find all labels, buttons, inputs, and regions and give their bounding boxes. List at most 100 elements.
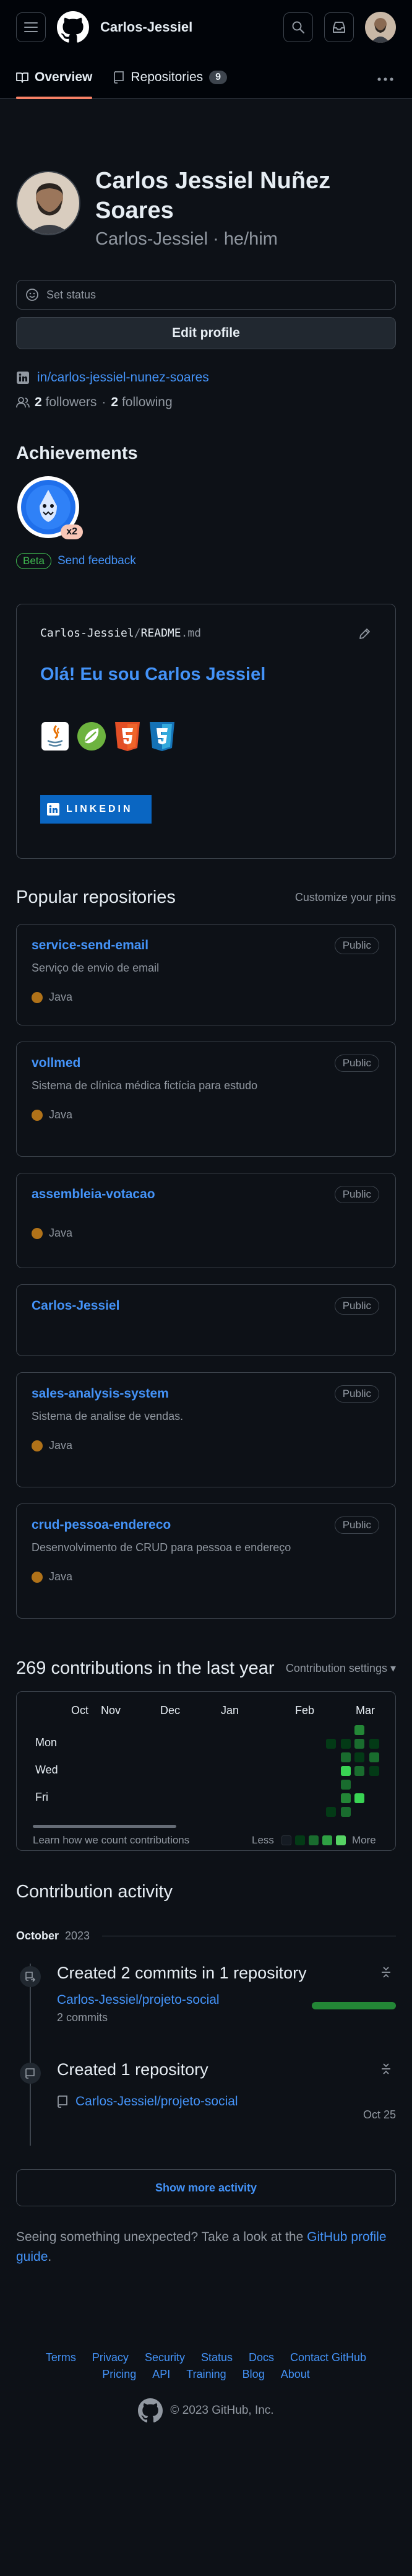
tab-overview[interactable]: Overview [16, 70, 93, 99]
activity-timeline: Created 2 commits in 1 repository Carlos… [16, 1964, 396, 2146]
menu-button[interactable] [16, 12, 46, 42]
java-color-dot [32, 1109, 43, 1121]
user-avatar-menu[interactable] [365, 12, 396, 43]
day-label: Mon [35, 1736, 58, 1749]
readme-user[interactable]: Carlos-Jessiel [40, 627, 134, 640]
contribution-cell[interactable] [369, 1739, 379, 1749]
java-color-dot [32, 1571, 43, 1583]
footer-link-security[interactable]: Security [145, 2351, 185, 2364]
readme-ext: .md [181, 627, 202, 640]
event-repo-link[interactable]: Carlos-Jessiel/projeto-social [75, 2094, 238, 2109]
contribution-graph: Oct Nov Dec Jan Feb Mar Mon Wed Fri Lear… [16, 1691, 396, 1851]
contribution-cell[interactable] [369, 1752, 379, 1762]
profile-avatar[interactable] [16, 171, 80, 235]
customize-pins-link[interactable]: Customize your pins [295, 891, 396, 904]
unexpected-text: Seeing something unexpected? Take a look… [16, 2230, 304, 2244]
readme-heading[interactable]: Olá! Eu sou Carlos Jessiel [40, 664, 372, 685]
footer-link-terms[interactable]: Terms [46, 2351, 76, 2364]
event-repo-row: Carlos-Jessiel/projeto-social [57, 2094, 396, 2109]
edit-profile-button[interactable]: Edit profile [16, 317, 396, 349]
repositories-count-badge: 9 [209, 71, 228, 84]
header-username[interactable]: Carlos-Jessiel [100, 19, 272, 35]
contribution-cell[interactable] [326, 1739, 336, 1749]
contribution-cell[interactable] [326, 1807, 336, 1817]
avatar-photo-icon [17, 172, 79, 234]
beta-label: Beta [16, 553, 51, 569]
repo-language-label: Java [49, 991, 73, 1003]
repo-name-link[interactable]: sales-analysis-system [32, 1386, 169, 1401]
linkedin-badge[interactable]: LINKEDIN [40, 795, 152, 824]
readme-file[interactable]: README [141, 627, 181, 640]
linkedin-icon [17, 372, 29, 384]
achievements-title: Achievements [16, 443, 138, 463]
contribution-cell[interactable] [354, 1725, 364, 1735]
following-link[interactable]: 2 following [111, 395, 172, 410]
pencil-icon[interactable] [358, 628, 371, 640]
contribution-cell[interactable] [354, 1739, 364, 1749]
repo-name-link[interactable]: vollmed [32, 1056, 80, 1070]
search-icon [292, 21, 305, 34]
linkedin-link-row: in/carlos-jessiel-nunez-soares [16, 370, 396, 385]
footer-link-blog[interactable]: Blog [242, 2368, 265, 2381]
event-title: Created 1 repository [57, 2060, 208, 2079]
contribution-cell[interactable] [341, 1752, 351, 1762]
learn-contributions-link[interactable]: Learn how we count contributions [33, 1834, 189, 1847]
contribution-cell[interactable] [354, 1752, 364, 1762]
footer-link-docs[interactable]: Docs [249, 2351, 274, 2364]
event-commit-count[interactable]: 2 commits [57, 2011, 396, 2024]
repo-card: Carlos-Jessiel Public [16, 1284, 396, 1356]
unfold-icon[interactable] [380, 1965, 392, 1980]
search-button[interactable] [283, 12, 313, 42]
repo-language: Java [32, 1439, 380, 1452]
footer-link-pricing[interactable]: Pricing [102, 2368, 136, 2381]
month-label: Nov [101, 1704, 121, 1717]
repo-name-link[interactable]: service-send-email [32, 938, 148, 952]
public-badge: Public [334, 937, 379, 954]
more-horizontal-icon[interactable] [377, 77, 393, 81]
footer-link-about[interactable]: About [281, 2368, 310, 2381]
repo-name-link[interactable]: Carlos-Jessiel [32, 1299, 119, 1313]
followers-link[interactable]: 2 followers [35, 395, 97, 410]
github-mark-icon[interactable] [138, 2398, 163, 2423]
repo-card: assembleia-votacao Public Java [16, 1173, 396, 1268]
show-more-activity-button[interactable]: Show more activity [16, 2169, 396, 2206]
footer-link-training[interactable]: Training [186, 2368, 226, 2381]
contribution-settings-dropdown[interactable]: Contribution settings ▾ [286, 1662, 396, 1675]
java-icon [41, 722, 69, 751]
public-badge: Public [334, 1516, 379, 1534]
set-status-button[interactable]: Set status [16, 280, 396, 310]
achievement-badge[interactable]: x2 [16, 475, 83, 539]
footer-link-api[interactable]: API [152, 2368, 170, 2381]
readme-path: Carlos-Jessiel/README.md [40, 627, 372, 640]
profile-login-pronouns: Carlos-Jessiel · he/him [95, 229, 278, 249]
legend-more-label: More [352, 1834, 376, 1846]
footer-link-status[interactable]: Status [201, 2351, 233, 2364]
footer-link-contact[interactable]: Contact GitHub [290, 2351, 366, 2364]
contribution-cell[interactable] [341, 1793, 351, 1803]
contribution-cell[interactable] [341, 1780, 351, 1790]
github-logo-icon[interactable] [57, 11, 89, 43]
send-feedback-link[interactable]: Send feedback [58, 554, 136, 568]
contribution-cell[interactable] [341, 1807, 351, 1817]
repo-name-link[interactable]: assembleia-votacao [32, 1187, 155, 1201]
repo-card: crud-pessoa-endereco Public Desenvolvime… [16, 1503, 396, 1619]
event-repo-link[interactable]: Carlos-Jessiel/projeto-social [57, 1993, 220, 2007]
inbox-button[interactable] [324, 12, 354, 42]
set-status-label: Set status [46, 288, 97, 301]
graph-scrollbar[interactable] [33, 1825, 176, 1828]
contribution-cell[interactable] [354, 1766, 364, 1776]
footer-link-privacy[interactable]: Privacy [92, 2351, 129, 2364]
repo-language: Java [32, 991, 380, 1004]
public-badge: Public [334, 1297, 379, 1315]
contribution-cell[interactable] [354, 1793, 364, 1803]
contributions-header: 269 contributions in the last year Contr… [16, 1658, 396, 1679]
linkedin-link[interactable]: in/carlos-jessiel-nunez-soares [37, 370, 209, 385]
tab-repositories[interactable]: Repositories 9 [113, 70, 228, 98]
contribution-cell[interactable] [341, 1739, 351, 1749]
repo-name-link[interactable]: crud-pessoa-endereco [32, 1518, 171, 1532]
unfold-icon[interactable] [380, 2061, 392, 2076]
contribution-cell[interactable] [369, 1766, 379, 1776]
contribution-cell[interactable] [341, 1766, 351, 1776]
contributions-title: 269 contributions in the last year [16, 1658, 275, 1678]
following-count: 2 [111, 395, 119, 409]
